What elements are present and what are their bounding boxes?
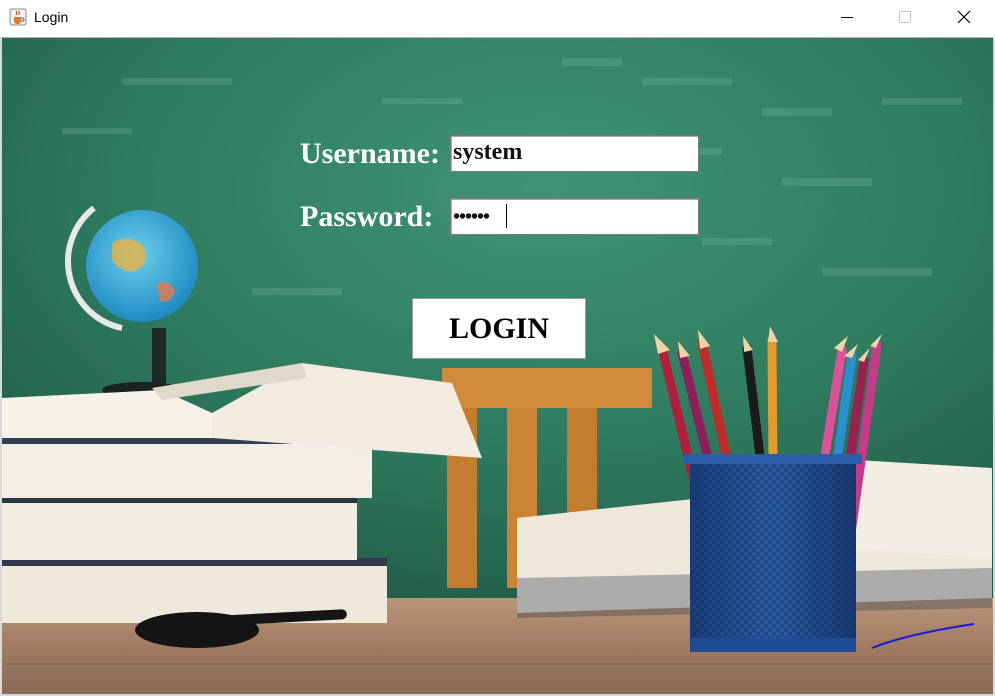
password-label: Password: [300, 200, 434, 233]
title-bar: Login [0, 0, 995, 36]
close-icon [957, 10, 971, 24]
minimize-icon [841, 17, 853, 18]
username-value: system [453, 139, 523, 165]
window-title: Login [34, 9, 69, 25]
username-input[interactable]: system [450, 135, 699, 172]
maximize-button[interactable] [876, 0, 934, 36]
login-panel: Username: system Password: •••••• LOGIN [2, 38, 993, 694]
username-label: Username: [300, 137, 440, 170]
close-button[interactable] [934, 0, 992, 36]
text-caret [506, 204, 507, 228]
maximize-icon [899, 11, 911, 23]
password-input[interactable]: •••••• [450, 198, 699, 235]
java-cup-icon [9, 8, 27, 26]
login-button[interactable]: LOGIN [412, 298, 586, 359]
minimize-button[interactable] [818, 0, 876, 36]
password-masked-value: •••••• [453, 206, 490, 228]
